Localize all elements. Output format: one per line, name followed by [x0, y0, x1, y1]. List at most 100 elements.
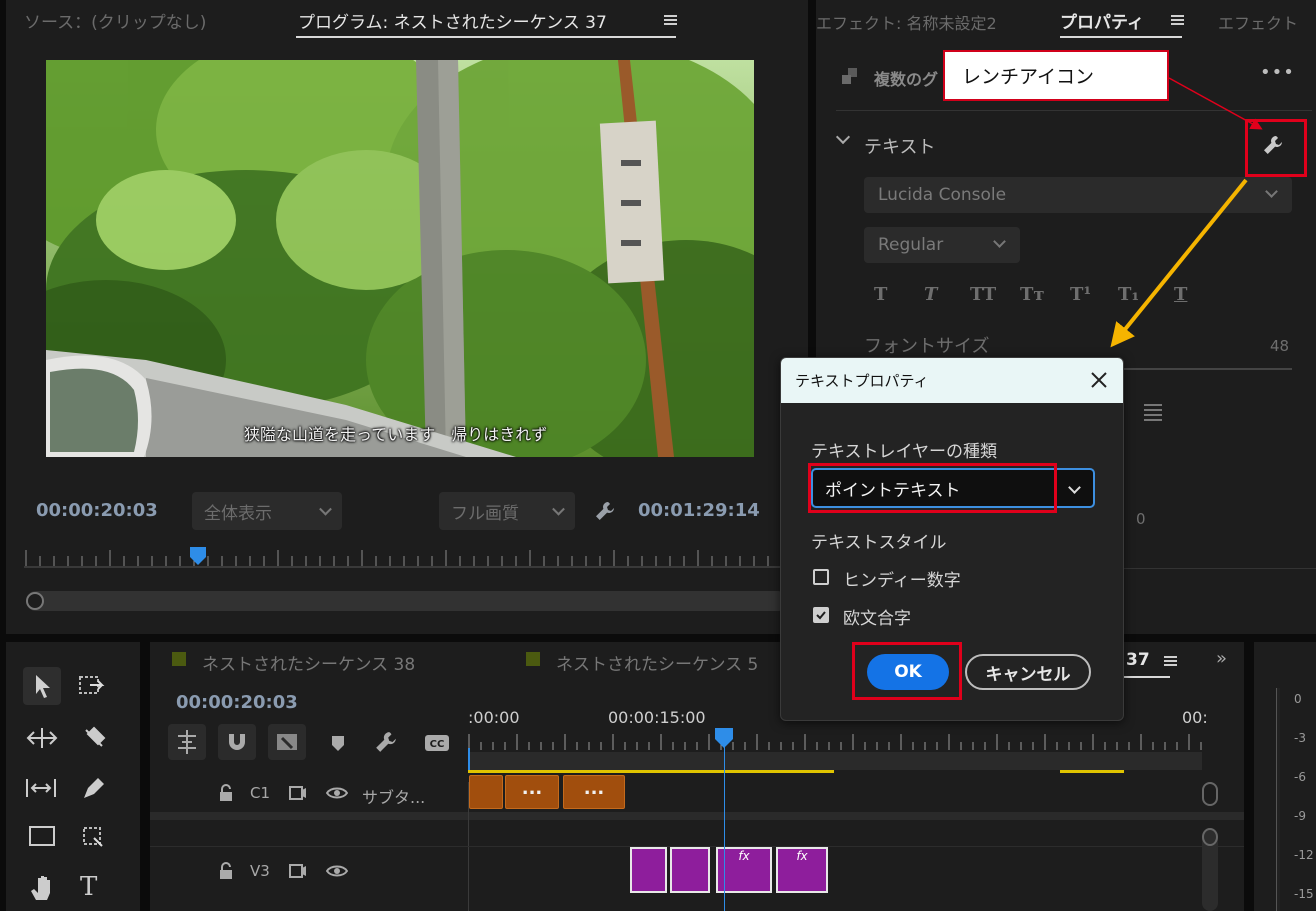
superscript-icon[interactable]: T¹: [1070, 284, 1091, 305]
cancel-button[interactable]: キャンセル: [965, 654, 1091, 690]
linked-selection-button[interactable]: [268, 724, 306, 760]
chevron-down-icon: [1265, 185, 1278, 198]
underline-icon[interactable]: T: [1174, 284, 1187, 305]
lock-icon[interactable]: [218, 784, 234, 802]
video-clip[interactable]: [630, 847, 667, 893]
dialog-header: テキストプロパティ: [781, 358, 1123, 403]
tab-sequence-37[interactable]: 37: [1126, 650, 1150, 670]
render-bar-yellow: [468, 770, 834, 773]
razor-icon[interactable]: [80, 724, 108, 752]
magnet-icon: [229, 734, 245, 750]
scrollbar-left-handle[interactable]: [26, 592, 44, 610]
type-tool-icon[interactable]: T: [80, 872, 97, 902]
tab-effects[interactable]: エフェクト: [1218, 10, 1298, 34]
db-label: -9: [1294, 809, 1306, 823]
sync-lock-icon[interactable]: [288, 784, 308, 802]
forest-road-frame: [46, 60, 754, 457]
justify-icon[interactable]: [1144, 404, 1162, 421]
rectangle-tool-icon[interactable]: [28, 824, 58, 850]
timeline-playhead[interactable]: [715, 728, 733, 748]
timeline-timecode[interactable]: 00:00:20:03: [176, 692, 298, 713]
subscript-icon[interactable]: T₁: [1118, 284, 1139, 305]
ruler-label-end: 00:: [1182, 708, 1208, 727]
captions-icon[interactable]: CC: [424, 734, 450, 752]
vertical-scroll-handle[interactable]: [1202, 782, 1218, 806]
close-icon[interactable]: [1087, 368, 1111, 392]
caption-clip[interactable]: ...: [505, 775, 559, 809]
work-area-bar[interactable]: [468, 752, 1202, 770]
tools-panel: T: [6, 642, 140, 911]
chevron-down-icon: [993, 235, 1006, 248]
track-c1-name: サブタ...: [362, 788, 426, 807]
wrench-icon[interactable]: [374, 730, 398, 754]
tab-sequence-38[interactable]: ネストされたシーケンス 38: [202, 650, 415, 675]
playhead[interactable]: [189, 547, 206, 565]
video-clip[interactable]: fx: [776, 847, 828, 893]
sync-lock-icon[interactable]: [288, 862, 308, 880]
multi-layer-icon: [842, 68, 857, 84]
zoom-dropdown[interactable]: 全体表示: [192, 492, 342, 530]
video-clip[interactable]: [670, 847, 710, 893]
pen-tool-icon[interactable]: [80, 774, 108, 802]
quality-dropdown[interactable]: フル画質: [439, 492, 575, 530]
sequence-color-icon: [172, 652, 186, 666]
italic-style-icon[interactable]: T: [924, 284, 937, 305]
selection-arrow-icon: [36, 675, 50, 698]
panel-menu-icon[interactable]: [1164, 656, 1177, 667]
db-label: -3: [1294, 731, 1306, 745]
font-size-label: フォントサイズ: [864, 336, 990, 357]
overflow-chevrons-icon[interactable]: »: [1216, 648, 1227, 669]
wrench-icon[interactable]: [594, 500, 616, 522]
current-timecode[interactable]: 00:00:20:03: [36, 500, 158, 521]
more-options-icon[interactable]: •••: [1260, 62, 1295, 83]
font-style-dropdown[interactable]: Regular: [864, 227, 1020, 263]
panel-menu-icon[interactable]: [1171, 15, 1184, 26]
nest-toggle-button[interactable]: [168, 724, 206, 760]
hindi-digits-checkbox[interactable]: [813, 569, 829, 585]
insert-nest-icon: [178, 730, 196, 754]
tab-effect-controls[interactable]: エフェクト: 名称未設定2: [816, 10, 997, 34]
scrollbar-top-handle[interactable]: [1202, 828, 1218, 846]
tab-properties[interactable]: プロパティ: [1060, 8, 1144, 33]
hand-zoom-tool-icon[interactable]: [80, 824, 108, 852]
monitor-time-ruler[interactable]: [24, 546, 804, 570]
video-preview: [46, 60, 754, 457]
hand-tool-icon[interactable]: [28, 872, 58, 902]
selection-tool-button[interactable]: [23, 667, 61, 705]
audio-meter-panel: 0 -3 -6 -9 -12 -15: [1254, 642, 1316, 911]
eye-icon[interactable]: [326, 862, 348, 880]
tab-source[interactable]: ソース：(クリップなし): [24, 8, 206, 33]
linked-selection-icon: [277, 734, 297, 750]
caption-clip[interactable]: ...: [563, 775, 625, 809]
divider: [1116, 568, 1316, 569]
ripple-edit-icon[interactable]: [26, 726, 58, 750]
lock-icon[interactable]: [218, 862, 234, 880]
all-caps-icon[interactable]: TT: [970, 284, 996, 305]
track-c1-label[interactable]: C1: [250, 784, 270, 802]
bold-style-icon[interactable]: T: [874, 284, 887, 305]
font-size-value[interactable]: 48: [1270, 337, 1289, 355]
slip-tool-icon[interactable]: [24, 776, 58, 800]
zoom-scrollbar[interactable]: [26, 591, 788, 611]
fx-badge: fx: [796, 849, 808, 863]
small-caps-icon[interactable]: Tт: [1020, 284, 1045, 305]
ligatures-label: 欧文合字: [843, 609, 911, 629]
font-family-value: Lucida Console: [878, 185, 1007, 205]
program-monitor-panel: ソース：(クリップなし) プログラム: ネストされたシーケンス 37 狭隘な山道…: [6, 0, 808, 634]
tab-sequence-5[interactable]: ネストされたシーケンス 5: [556, 650, 758, 675]
active-tab-underline: [296, 36, 676, 38]
ligatures-checkbox[interactable]: [813, 607, 829, 623]
track-select-forward-icon[interactable]: [78, 674, 108, 698]
db-label: -15: [1294, 887, 1314, 901]
chevron-down-icon[interactable]: [835, 129, 851, 145]
track-v3-label[interactable]: V3: [250, 862, 270, 880]
snap-button[interactable]: [218, 724, 256, 760]
zoom-dropdown-label: 全体表示: [204, 503, 272, 524]
caption-clip[interactable]: [469, 775, 503, 809]
eye-icon[interactable]: [326, 784, 348, 802]
panel-menu-icon[interactable]: [664, 15, 677, 26]
timeline-ruler[interactable]: [468, 730, 1204, 752]
font-family-dropdown[interactable]: Lucida Console: [864, 177, 1292, 213]
add-marker-icon[interactable]: [330, 734, 346, 752]
tab-program[interactable]: プログラム: ネストされたシーケンス 37: [298, 8, 607, 33]
